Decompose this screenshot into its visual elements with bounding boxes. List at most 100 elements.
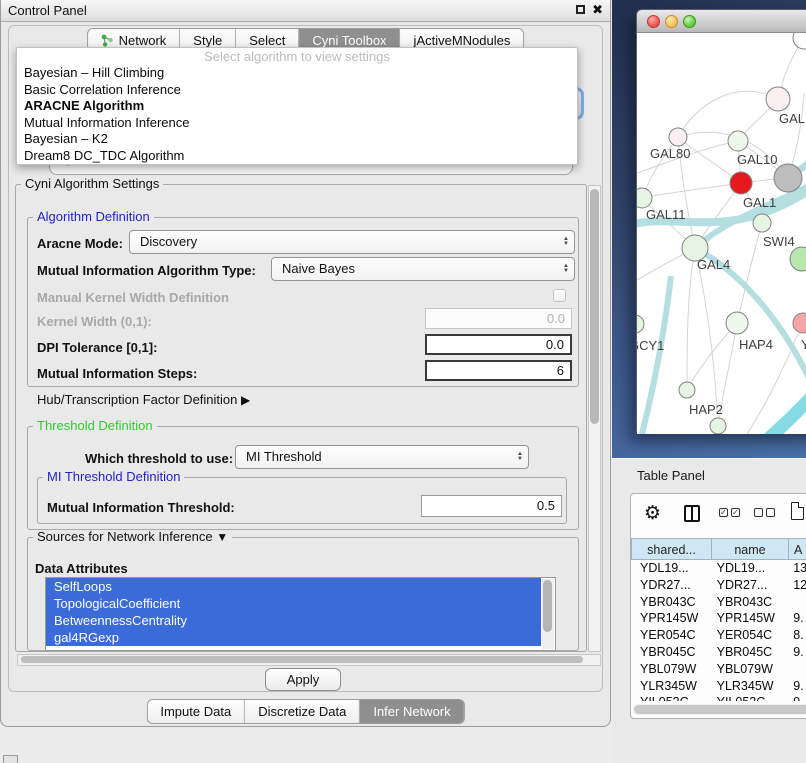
hub-definition-toggle[interactable]: Hub/Transcription Factor Definition ▶ — [37, 392, 250, 407]
network-canvas[interactable]: GAL GAL80 GAL10 GAL1 GAL11 SWI4 GAL4 GCY… — [637, 33, 806, 434]
manual-kernel-checkbox[interactable] — [553, 289, 566, 302]
table-row[interactable]: YER054C YER054C 8. — [631, 627, 806, 644]
attribute-item-selected[interactable]: TopologicalCoefficient — [46, 595, 541, 612]
table-row[interactable]: YLR345W YLR345W 9. — [631, 678, 806, 695]
cell-value[interactable] — [789, 661, 806, 678]
mi-type-value: Naive Bayes — [282, 258, 355, 280]
zoom-button[interactable] — [683, 15, 696, 28]
cell-shared-name[interactable]: YPR145W — [631, 610, 712, 627]
algorithm-option-selected[interactable]: ARACNE Algorithm — [17, 98, 577, 115]
cell-value[interactable]: 9. — [789, 678, 806, 695]
scrollbar-thumb[interactable] — [21, 656, 583, 663]
sources-group-title[interactable]: Sources for Network Inference ▼ — [33, 530, 232, 544]
scrollbar-thumb[interactable] — [634, 705, 806, 714]
attributes-scrollbar[interactable] — [542, 579, 554, 649]
cell-shared-name[interactable]: YBL079W — [631, 661, 712, 678]
node-gal1[interactable] — [730, 172, 752, 194]
table-row[interactable]: YDL19... YDL19... 13 — [631, 560, 806, 577]
table-row[interactable]: YBL079W YBL079W — [631, 661, 806, 678]
cell-shared-name[interactable]: YIL052C — [631, 694, 712, 701]
cell-shared-name[interactable]: YDR27... — [631, 577, 712, 594]
cell-value[interactable]: 9. — [789, 610, 806, 627]
node-hap4[interactable] — [726, 312, 748, 334]
table-row[interactable]: YBR045C YBR045C 9. — [631, 644, 806, 661]
cell-name[interactable]: YDR27... — [712, 577, 790, 594]
node-gal[interactable] — [766, 87, 790, 111]
cell-name[interactable]: YDL19... — [712, 560, 790, 577]
settings-vertical-scrollbar[interactable] — [588, 185, 601, 652]
cell-name[interactable]: YLR345W — [712, 678, 790, 695]
node-gcy1[interactable] — [637, 315, 644, 333]
table-row[interactable]: YDR27... YDR27... 12 — [631, 577, 806, 594]
cell-name[interactable]: YIL052C — [712, 694, 790, 701]
attribute-item-selected[interactable]: gal4RGexp — [46, 629, 541, 646]
network-window-titlebar[interactable] — [637, 10, 806, 33]
deselect-all-icon[interactable] — [754, 508, 775, 517]
cell-shared-name[interactable]: YER054C — [631, 627, 712, 644]
cell-name[interactable]: YBL079W — [712, 661, 790, 678]
scrollbar-thumb[interactable] — [590, 189, 599, 424]
data-attributes-list[interactable]: SelfLoops TopologicalCoefficient Between… — [45, 577, 556, 651]
tab-discretize-data[interactable]: Discretize Data — [245, 700, 360, 723]
cell-value[interactable]: 8. — [789, 627, 806, 644]
cell-shared-name[interactable]: YLR345W — [631, 678, 712, 695]
algorithm-option[interactable]: Mutual Information Inference — [17, 115, 577, 132]
close-button[interactable] — [647, 15, 660, 28]
select-all-icon[interactable]: ✓✓ — [719, 508, 740, 517]
table-row[interactable]: YIL052C YIL052C 9 — [631, 694, 806, 701]
cell-shared-name[interactable]: YBR045C — [631, 644, 712, 661]
columns-icon[interactable] — [684, 505, 700, 522]
cell-shared-name[interactable]: YDL19... — [631, 560, 712, 577]
stepper-icon: ▲▼ — [517, 452, 523, 462]
aracne-mode-combo[interactable]: Discovery ▲▼ — [129, 230, 575, 254]
cell-name[interactable]: YPR145W — [712, 610, 790, 627]
gear-icon[interactable]: ⚙ — [644, 502, 661, 525]
which-threshold-combo[interactable]: MI Threshold ▲▼ — [235, 445, 529, 469]
cell-name[interactable]: YER054C — [712, 627, 790, 644]
cell-value[interactable]: 13 — [789, 560, 806, 577]
tab-infer-network[interactable]: Infer Network — [360, 700, 463, 723]
cell-value[interactable]: 12 — [789, 577, 806, 594]
dpi-tolerance-field[interactable]: 0.0 — [425, 334, 572, 355]
attribute-item-selected[interactable]: BetweennessCentrality — [46, 612, 541, 629]
table-row[interactable]: YBR043C YBR043C — [631, 594, 806, 611]
mi-threshold-field[interactable]: 0.5 — [421, 495, 562, 517]
cell-name[interactable]: YBR043C — [712, 594, 790, 611]
algorithm-option[interactable]: Basic Correlation Inference — [17, 82, 577, 99]
algorithm-option[interactable]: Bayesian – K2 — [17, 131, 577, 148]
mi-steps-field[interactable]: 6 — [425, 360, 572, 381]
tab-impute-data[interactable]: Impute Data — [147, 700, 245, 723]
cell-name[interactable]: YBR045C — [712, 644, 790, 661]
cell-value[interactable]: 9 — [789, 694, 806, 701]
node-y[interactable] — [793, 313, 806, 333]
node-gal11[interactable] — [637, 188, 652, 208]
column-header-name[interactable]: name — [711, 538, 789, 560]
cell-value[interactable]: 9. — [789, 644, 806, 661]
cell-shared-name[interactable]: YBR043C — [631, 594, 712, 611]
scrollbar-thumb[interactable] — [543, 580, 552, 632]
table-horizontal-scrollbar[interactable] — [633, 704, 806, 715]
node-green[interactable] — [790, 247, 806, 271]
algorithm-option[interactable]: Dream8 DC_TDC Algorithm — [17, 148, 577, 165]
apply-button[interactable]: Apply — [265, 668, 341, 691]
node-swi4[interactable] — [753, 214, 771, 232]
settings-horizontal-scrollbar[interactable] — [17, 654, 601, 666]
table-row[interactable]: YPR145W YPR145W 9. — [631, 610, 806, 627]
mi-type-combo[interactable]: Naive Bayes ▲▼ — [271, 257, 575, 281]
minimize-button[interactable] — [665, 15, 678, 28]
export-table-icon[interactable] — [791, 502, 804, 520]
node-gray[interactable] — [774, 164, 802, 192]
node[interactable] — [793, 33, 806, 49]
algorithm-option[interactable]: Bayesian – Hill Climbing — [17, 65, 577, 82]
cell-value[interactable] — [789, 594, 806, 611]
node[interactable] — [710, 418, 726, 434]
float-window-icon[interactable] — [576, 5, 585, 14]
node-gal80[interactable] — [669, 128, 687, 146]
column-header-shared-name[interactable]: shared... — [631, 538, 712, 560]
column-header-partial[interactable]: A — [788, 538, 806, 560]
algorithm-popup-placeholder: Select algorithm to view settings — [17, 48, 577, 65]
attribute-item-selected[interactable]: SelfLoops — [46, 578, 541, 595]
close-icon[interactable]: ✖ — [592, 2, 603, 18]
node-gal10[interactable] — [728, 131, 748, 151]
node-hap2[interactable] — [679, 382, 695, 398]
